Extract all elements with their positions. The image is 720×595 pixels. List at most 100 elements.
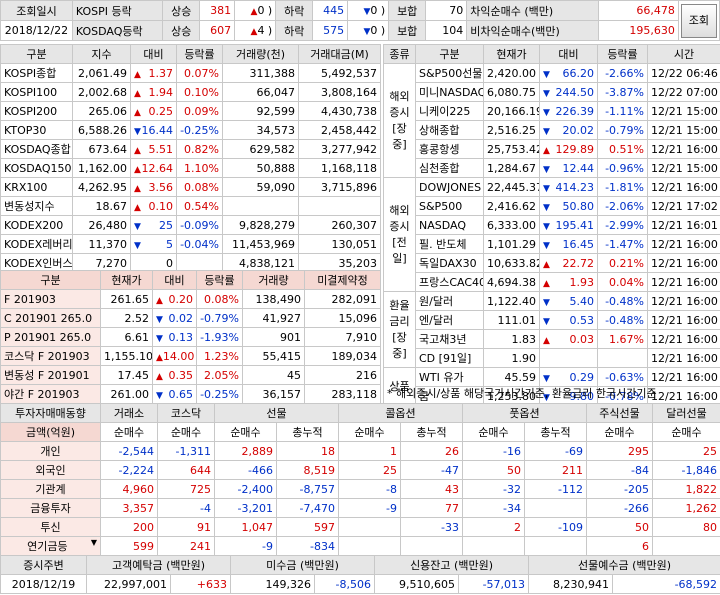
credit-balance: 9,510,605 — [374, 574, 460, 594]
world-name: 독일DAX30 — [415, 253, 484, 273]
index-amount: 3,808,164 — [298, 82, 381, 102]
index-value: 11,370 — [72, 234, 131, 254]
world-rate: -1.11% — [597, 101, 648, 121]
world-row[interactable]: 상해종합2,516.2520.02-0.79%12/21 15:00 — [384, 120, 720, 140]
derivative-row[interactable]: P 201901 265.06.610.13-1.93%9017,910 — [0, 327, 381, 347]
world-name: 원/달러 — [415, 291, 484, 311]
customer-deposit-change: +633 — [169, 574, 232, 594]
derivative-price: 17.45 — [100, 365, 153, 385]
world-row[interactable]: 해외 증시 [전일]DOWJONES22,445.37414.23-1.81%1… — [383, 177, 720, 292]
index-row[interactable]: KODEX20026,48025-0.09%9,828,279260,307 — [0, 215, 381, 235]
investor-value: 200 — [100, 517, 158, 537]
index-rate: 0.09% — [176, 101, 223, 121]
derivative-change: 0.65 — [152, 384, 197, 404]
index-row[interactable]: 변동성지수18.670.100.54% — [0, 196, 381, 216]
world-row[interactable]: 홍콩항셍25,753.42129.890.51%12/21 16:00 — [384, 139, 720, 159]
world-time: 12/21 16:00 — [647, 139, 720, 159]
down-arrow-icon — [543, 200, 550, 213]
up-arrow-icon — [134, 181, 141, 194]
investor-name: 개인 — [0, 441, 101, 461]
down-arrow-icon — [156, 388, 163, 401]
investor-value: -7,470 — [276, 498, 339, 518]
derivative-row[interactable]: F 201903261.650.200.08%138,490282,091 — [0, 289, 381, 309]
investor-row[interactable]: 연기금등 ▼ 599 241 -9 -834 6 — [0, 536, 720, 556]
world-row[interactable]: NASDAQ6,333.00195.41-2.99%12/21 16:01 — [384, 215, 720, 235]
world-change: 226.39 — [539, 101, 598, 121]
world-row[interactable]: 독일DAX3010,633.8222.720.21%12/21 16:00 — [384, 253, 720, 273]
world-name: 프랑스CAC40 — [415, 272, 484, 292]
world-value: 111.01 — [483, 310, 540, 330]
world-time: 12/21 16:00 — [647, 234, 720, 254]
query-button[interactable]: 조회 — [680, 3, 717, 38]
index-row[interactable]: KODEX레버리지11,3705-0.04%11,453,969130,051 — [0, 234, 381, 254]
index-change: 5 — [130, 234, 177, 254]
index-rate: 0.82% — [176, 139, 223, 159]
investor-row[interactable]: 기관계 4,960 725 -2,400 -8,757 -8 43 -32 -112 -205 1,… — [0, 479, 720, 499]
index-name: KOSPI200 — [0, 101, 73, 121]
world-row[interactable]: 해외 증시 [장중]S&P500선물2,420.0066.20-2.66%12/… — [383, 63, 720, 178]
down-arrow-icon — [543, 219, 550, 232]
up-arrow-icon — [134, 143, 141, 156]
investor-row[interactable]: 금융투자 3,357 -4 -3,201 -7,470 -9 77 -34 -266 1,262 — [0, 498, 720, 518]
index-row[interactable]: KOSPI200265.060.250.09%92,5994,430,738 — [0, 101, 381, 121]
investor-value: 50 — [462, 460, 525, 480]
world-name: NASDAQ — [415, 215, 484, 235]
investor-sub-header: 순매수 — [214, 422, 277, 442]
world-name: WTI 유가 — [415, 367, 484, 387]
world-row[interactable]: 필. 반도체1,101.2916.45-1.47%12/21 16:00 — [384, 234, 720, 254]
index-row[interactable]: KOSPI1002,002.681.940.10%66,0473,808,164 — [0, 82, 381, 102]
world-row[interactable]: 상품WTI 유가45.590.29-0.63%12/21 16:00 — [383, 367, 720, 406]
kospi-up-count: 381 — [199, 0, 236, 21]
investor-row[interactable]: 개인 -2,544 -1,311 2,889 18 1 26 -16 -69 295 25 — [0, 441, 720, 461]
index-value: 2,002.68 — [72, 82, 131, 102]
world-name: S&P500선물 — [415, 63, 484, 83]
index-row[interactable]: KOSDAQ1501,162.0012.641.10%50,8881,168,1… — [0, 158, 381, 178]
index-row[interactable]: KRX1004,262.953.560.08%59,0903,715,896 — [0, 177, 381, 197]
index-name: KOSDAQ종합 — [0, 139, 73, 159]
derivative-open-interest: 189,034 — [304, 346, 381, 366]
footer-header-1: 고객예탁금 (백만원) — [85, 555, 232, 575]
investor-name: 연기금등 ▼ — [0, 536, 101, 556]
derivative-row[interactable]: 코스닥 F 2019031,155.1014.001.23%55,415189,… — [0, 346, 381, 366]
investor-value — [338, 536, 401, 556]
world-row[interactable]: 니케이22520,166.19226.39-1.11%12/21 15:00 — [384, 101, 720, 121]
derivative-open-interest: 283,118 — [304, 384, 381, 404]
world-row[interactable]: 국고채3년1.830.031.67%12/21 16:00 — [384, 329, 720, 349]
derivative-row[interactable]: C 201901 265.02.520.02-0.79%41,92715,096 — [0, 308, 381, 328]
derivative-open-interest: 7,910 — [304, 327, 381, 347]
index-volume: 34,573 — [222, 120, 299, 140]
derivative-row[interactable]: 변동성 F 20190117.450.352.05%45216 — [0, 365, 381, 385]
world-rate — [597, 348, 648, 368]
world-rate: -1.81% — [597, 177, 648, 197]
investor-value: 26 — [400, 441, 463, 461]
world-row[interactable]: 프랑스CAC404,694.381.930.04%12/21 16:00 — [384, 272, 720, 292]
down-arrow-icon — [156, 312, 163, 325]
index-row[interactable]: KTOP306,588.2616.44-0.25%34,5732,458,442 — [0, 120, 381, 140]
world-name: 국고채3년 — [415, 329, 484, 349]
world-row[interactable]: CD [91일] 1.90 12/21 16:00 — [384, 348, 720, 368]
index-header-3: 등락률 — [176, 44, 223, 64]
index-row[interactable]: KOSDAQ종합673.645.510.82%629,5823,277,942 — [0, 139, 381, 159]
unpaid-change: -8,506 — [314, 574, 376, 594]
investor-row[interactable]: 투신 200 91 1,047 597 -33 2 -109 50 80 — [0, 517, 720, 537]
derivative-rate: 0.08% — [196, 289, 243, 309]
dropdown-arrow-icon[interactable]: ▼ — [91, 538, 97, 547]
derivative-price: 261.00 — [100, 384, 153, 404]
derivative-row[interactable]: 야간 F 201903261.000.65-0.25%36,157283,118 — [0, 384, 381, 404]
world-value: 2,420.00 — [483, 63, 540, 83]
flat-label: 보합 — [388, 0, 427, 21]
investor-value: 2,889 — [214, 441, 277, 461]
world-rate: -0.48% — [597, 310, 648, 330]
world-row[interactable]: 엔/달러111.010.53-0.48%12/21 16:00 — [384, 310, 720, 330]
deriv-header-3: 등락률 — [196, 270, 243, 290]
world-row[interactable]: S&P5002,416.6250.80-2.06%12/21 17:02 — [384, 196, 720, 216]
index-row[interactable]: KOSPI종합2,061.491.370.07%311,3885,492,537 — [0, 63, 381, 83]
world-name: 엔/달러 — [415, 310, 484, 330]
world-row[interactable]: 심천종합1,284.6712.44-0.96%12/21 15:00 — [384, 158, 720, 178]
derivative-volume: 36,157 — [242, 384, 305, 404]
world-row[interactable]: 미니NASDAQ6,080.75244.50-3.87%12/22 07:00 — [384, 82, 720, 102]
investor-sub-header: 총누적 — [400, 422, 463, 442]
world-header-3: 대비 — [539, 44, 598, 64]
world-row[interactable]: 환율 금리 [장중]원/달러1,122.405.40-0.48%12/21 16… — [383, 291, 720, 368]
investor-row[interactable]: 외국인 -2,224 644 -466 8,519 25 -47 50 211 -84 -1,846 — [0, 460, 720, 480]
